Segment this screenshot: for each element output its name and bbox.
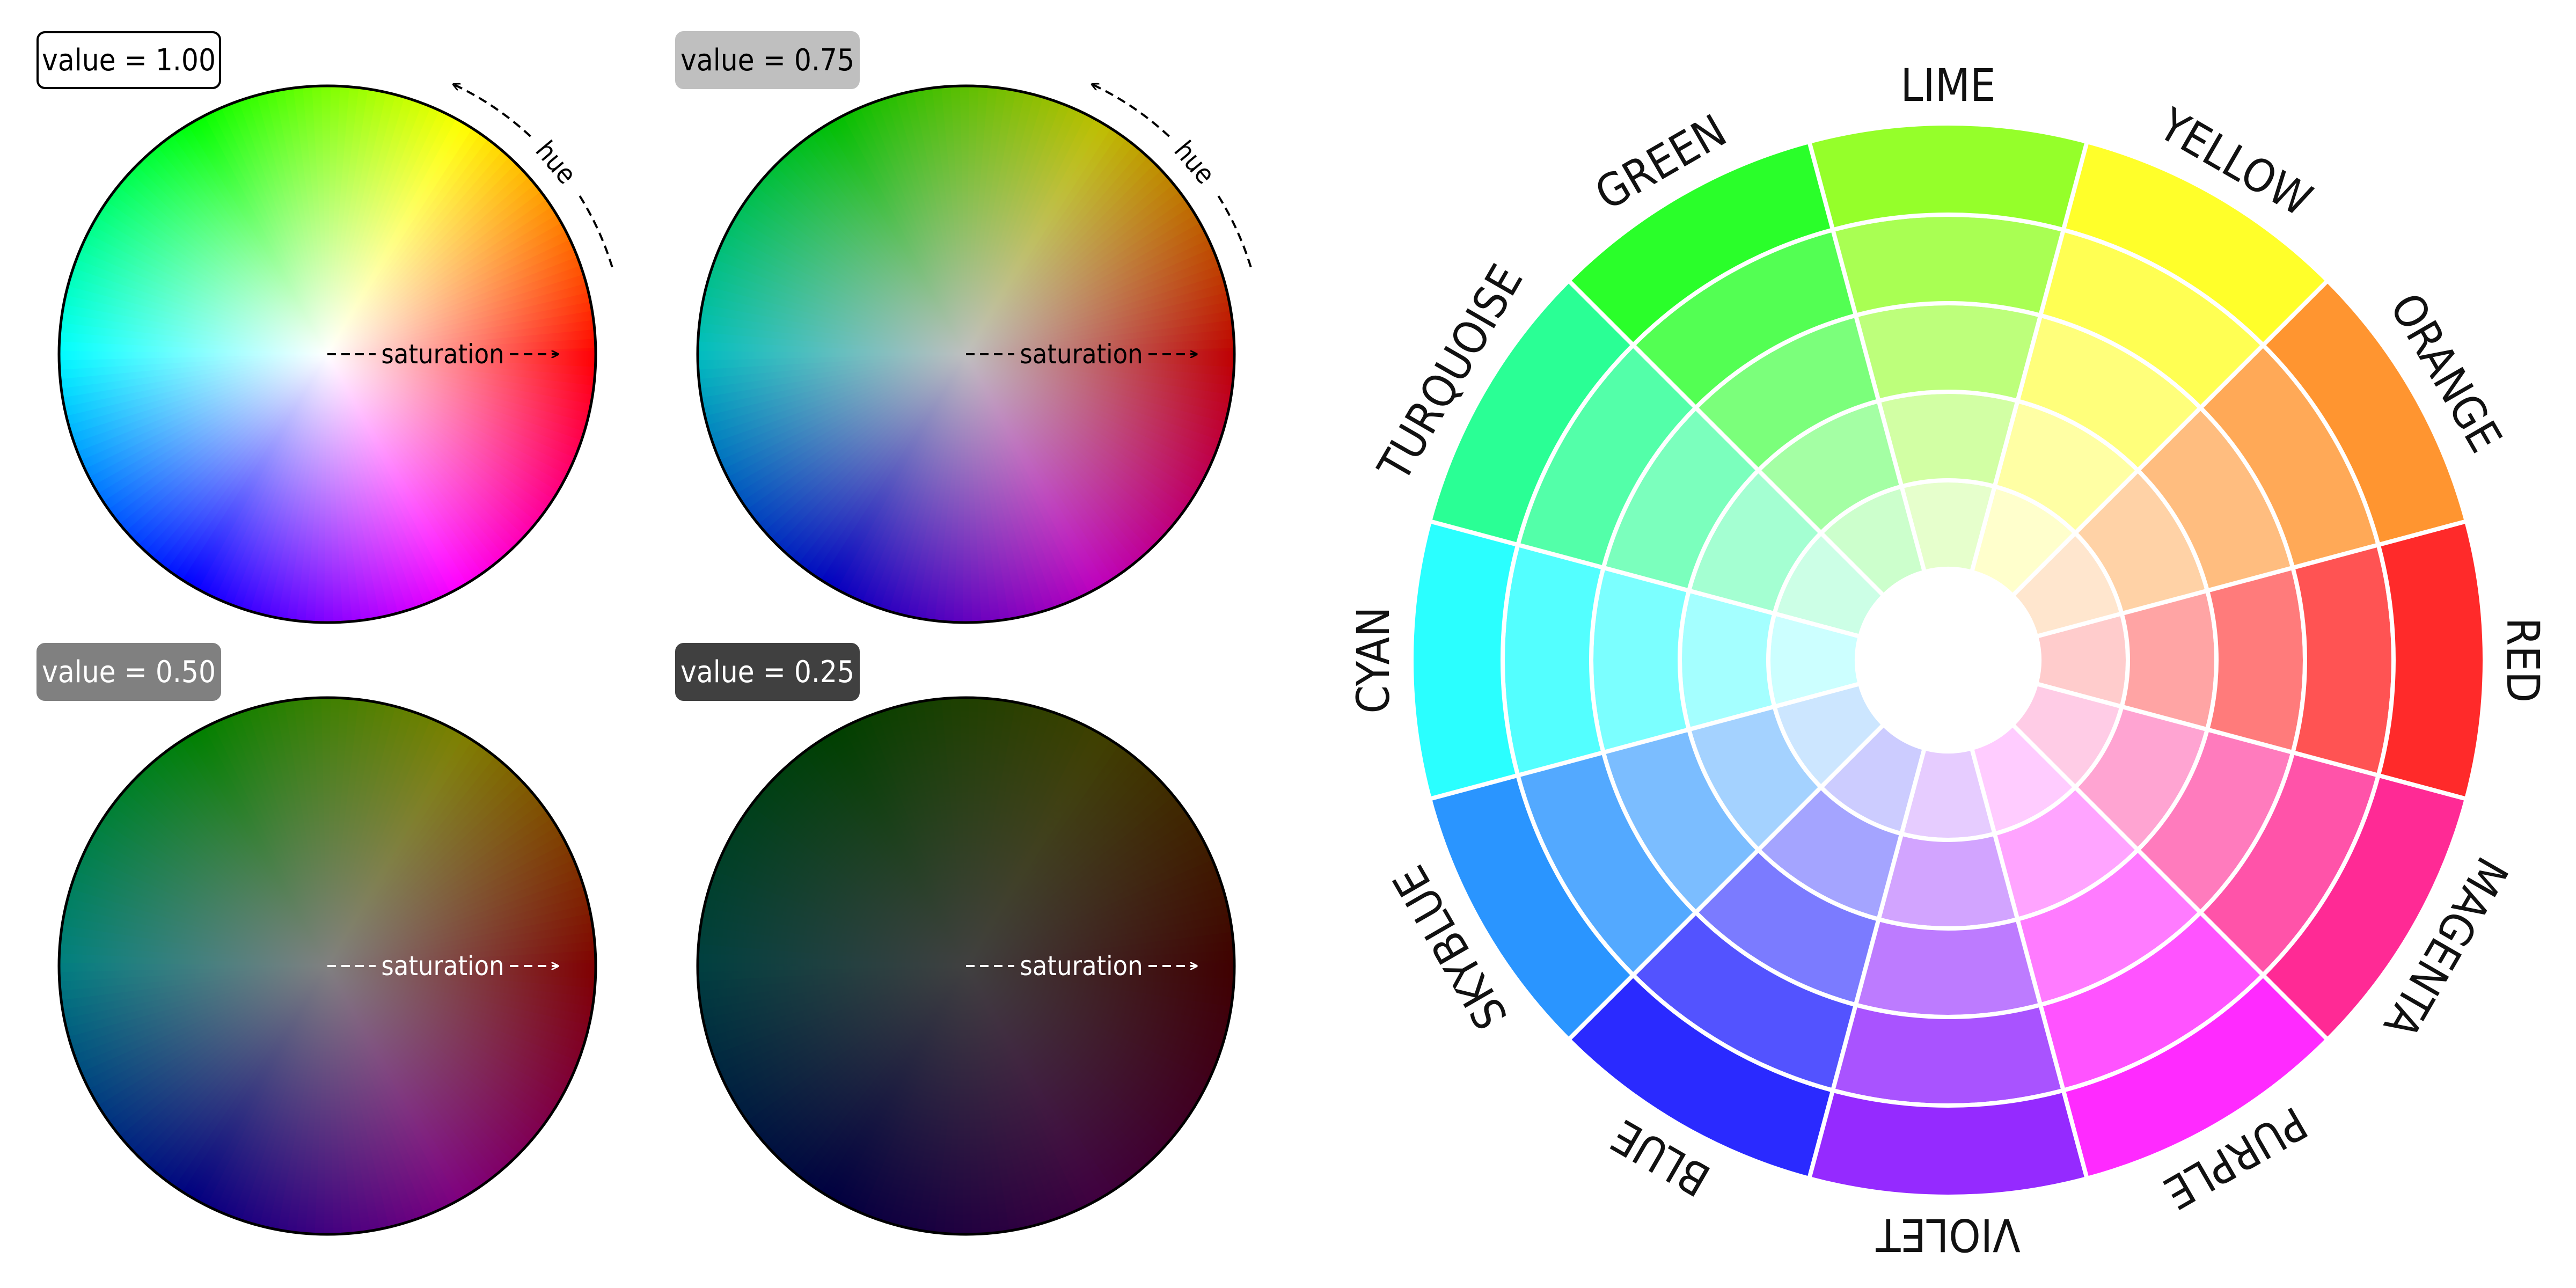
value-label: value = 1.00 xyxy=(42,43,216,78)
hue-label: hue xyxy=(1168,135,1221,190)
hsv-wheel-v050: value = 0.50 saturation hue xyxy=(36,643,613,1236)
segment-cyan-ring-3 xyxy=(1589,565,1692,755)
segment-violet-ring-3 xyxy=(1853,917,2043,1019)
hue-label: hue xyxy=(530,747,583,802)
segment-lime-ring-3 xyxy=(1853,301,2043,404)
hsv-wheel-v025: value = 0.25 saturation hue xyxy=(675,643,1252,1236)
segment-violet-ring-4 xyxy=(1831,1002,2066,1108)
hue-dash xyxy=(1214,191,1252,268)
segment-lime-ring-5 xyxy=(1807,121,2089,232)
segment-label-cyan: CYAN xyxy=(1347,606,1400,713)
saturation-label: saturation xyxy=(381,950,504,982)
segment-label-red: RED xyxy=(2497,618,2549,702)
named-color-wheel: REDORANGEYELLOWLIMEGREENTURQUOISECYANSKY… xyxy=(1347,59,2549,1261)
hue-label: hue xyxy=(530,135,583,190)
color-wheels-figure: value = 1.00 saturation hue value = 0.75 sa… xyxy=(36,31,2549,1261)
segment-cyan-ring-5 xyxy=(1409,519,1520,801)
hsv-wheel-v075: value = 0.75 saturation hue xyxy=(675,31,1252,624)
segment-red-ring-3 xyxy=(2205,565,2307,755)
value-label: value = 0.50 xyxy=(42,655,216,690)
saturation-label: saturation xyxy=(1020,339,1143,370)
hue-dash xyxy=(1214,803,1252,880)
segment-cyan-ring-4 xyxy=(1501,543,1606,778)
hue-dash xyxy=(576,803,613,880)
value-label: value = 0.75 xyxy=(680,43,854,78)
value-label: value = 0.25 xyxy=(680,655,854,690)
hue-dash xyxy=(576,191,613,268)
saturation-label: saturation xyxy=(1020,950,1143,982)
hue-label: hue xyxy=(1168,747,1221,802)
segment-violet-ring-5 xyxy=(1807,1088,2089,1199)
segment-red-ring-4 xyxy=(2290,543,2396,778)
segment-label-violet: VIOLET xyxy=(1875,1209,2020,1261)
segment-label-lime: LIME xyxy=(1900,59,1995,112)
segment-red-ring-5 xyxy=(2376,519,2487,801)
segment-lime-ring-4 xyxy=(1831,213,2066,318)
hsv-wheel-v100: value = 1.00 saturation hue xyxy=(36,31,613,624)
saturation-label: saturation xyxy=(381,339,504,370)
